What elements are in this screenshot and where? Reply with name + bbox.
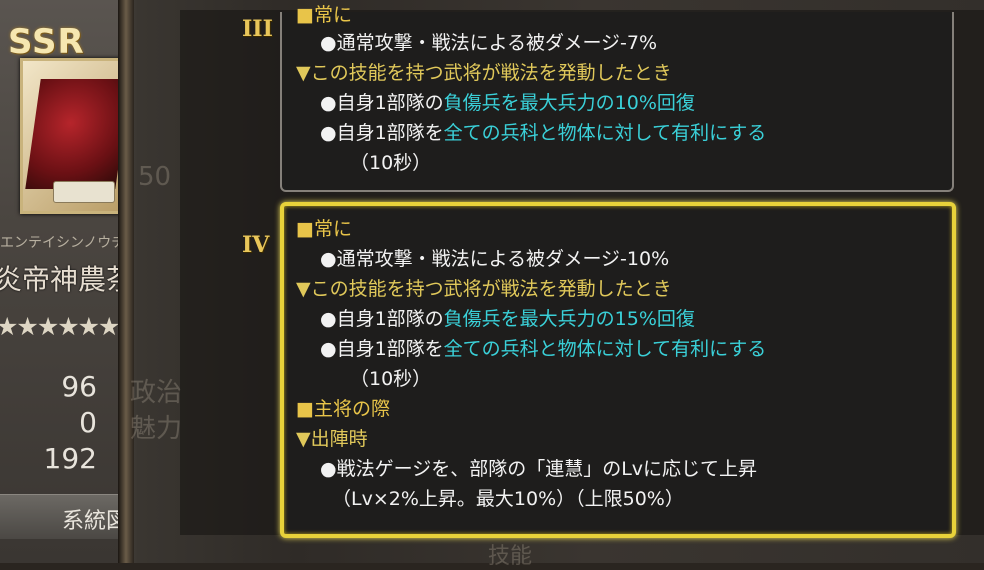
effect-text: 負傷兵を最大兵力の15%回復 — [443, 308, 695, 330]
effect-text: （10秒） — [350, 152, 432, 174]
effect-text: 全ての兵科と物体に対して有利にする — [443, 338, 767, 360]
effect-line: ■常に — [296, 220, 352, 239]
effect-text: ■常に — [296, 218, 352, 240]
effect-text: ▼この技能を持つ武将が戦法を発動したとき — [296, 62, 672, 84]
tea-scroll-icon — [25, 79, 125, 189]
effect-line: ●戦法ゲージを、部隊の「連慧」のLvに応じて上昇 — [320, 460, 757, 479]
skills-tab[interactable]: 技能 — [488, 538, 532, 570]
paper-icon — [53, 181, 115, 203]
faint-level: 50 — [138, 162, 172, 192]
effect-text: 負傷兵を最大兵力の10%回復 — [443, 92, 695, 114]
lineage-button[interactable]: 系統図 — [0, 494, 125, 539]
star-rating: ★★★★★★★★★ — [0, 312, 125, 341]
effect-text: ▼出陣時 — [296, 428, 368, 450]
rarity-badge: SSR — [8, 22, 85, 62]
faint-stat-label: 魅力 — [130, 414, 183, 444]
item-reading: エンテイシンノウチャ — [0, 235, 125, 251]
effect-text: （Lv×2%上昇。最大10%）（上限50%） — [332, 488, 684, 510]
effect-text: 全ての兵科と物体に対して有利にする — [443, 122, 767, 144]
item-portrait — [20, 58, 125, 214]
effect-line: ●自身1部隊を全ての兵科と物体に対して有利にする — [320, 124, 766, 143]
effect-line: ●通常攻撃・戦法による被ダメージ-10% — [320, 250, 669, 269]
stat-value: 0 — [79, 406, 97, 439]
lineage-button-label: 系統図 — [62, 509, 125, 534]
effect-line: ▼この技能を持つ武将が戦法を発動したとき — [296, 280, 672, 299]
effect-line: ■主将の際 — [296, 400, 390, 419]
level-numeral: III — [242, 16, 273, 42]
scroll-edge — [118, 0, 134, 563]
item-name: 炎帝神農茶譜 — [0, 263, 125, 296]
effect-text: ■主将の際 — [296, 398, 390, 420]
effect-line: ▼この技能を持つ武将が戦法を発動したとき — [296, 64, 672, 83]
effect-line: （10秒） — [350, 154, 431, 173]
effect-line: ●自身1部隊の負傷兵を最大兵力の15%回復 — [320, 310, 695, 329]
effect-line: ●自身1部隊の負傷兵を最大兵力の10%回復 — [320, 94, 695, 113]
effect-text: ●通常攻撃・戦法による被ダメージ-10% — [320, 248, 670, 270]
effect-line: ●通常攻撃・戦法による被ダメージ-7% — [320, 34, 657, 53]
effect-line: （Lv×2%上昇。最大10%）（上限50%） — [332, 490, 684, 509]
stat-value: 192 — [43, 442, 97, 475]
stat-value: 96 — [61, 370, 97, 403]
effect-text: ▼この技能を持つ武将が戦法を発動したとき — [296, 278, 672, 300]
effect-text: ●自身1部隊の — [320, 92, 444, 114]
effect-text: ■常に — [296, 4, 352, 26]
level-numeral: IV — [242, 232, 270, 258]
effect-text: ●通常攻撃・戦法による被ダメージ-7% — [320, 32, 658, 54]
character-card[interactable]: SSR エンテイシンノウチャ 炎帝神農茶譜 ★★★★★★★★★ 96 0 192… — [0, 0, 125, 563]
effect-line: （10秒） — [350, 370, 431, 389]
faint-stat-label: 政治 — [130, 378, 183, 408]
effect-text: ●自身1部隊を — [320, 338, 444, 360]
effect-text: ●自身1部隊の — [320, 308, 444, 330]
skill-level-panel: ■常に ●通常攻撃・戦法による被ダメージ-7% ▼この技能を持つ武将が戦法を発動した… — [280, 6, 954, 192]
effect-line: ●自身1部隊を全ての兵科と物体に対して有利にする — [320, 340, 766, 359]
effect-text: （10秒） — [350, 368, 432, 390]
skill-level-panel-selected[interactable]: ■常に ●通常攻撃・戦法による被ダメージ-10% ▼この技能を持つ武将が戦法を発動し… — [280, 202, 956, 538]
effect-text: ●戦法ゲージを、部隊の「連慧」のLvに応じて上昇 — [320, 458, 758, 480]
effect-text: ●自身1部隊を — [320, 122, 444, 144]
effect-line: ▼出陣時 — [296, 430, 368, 449]
effect-line: ■常に — [296, 6, 352, 25]
